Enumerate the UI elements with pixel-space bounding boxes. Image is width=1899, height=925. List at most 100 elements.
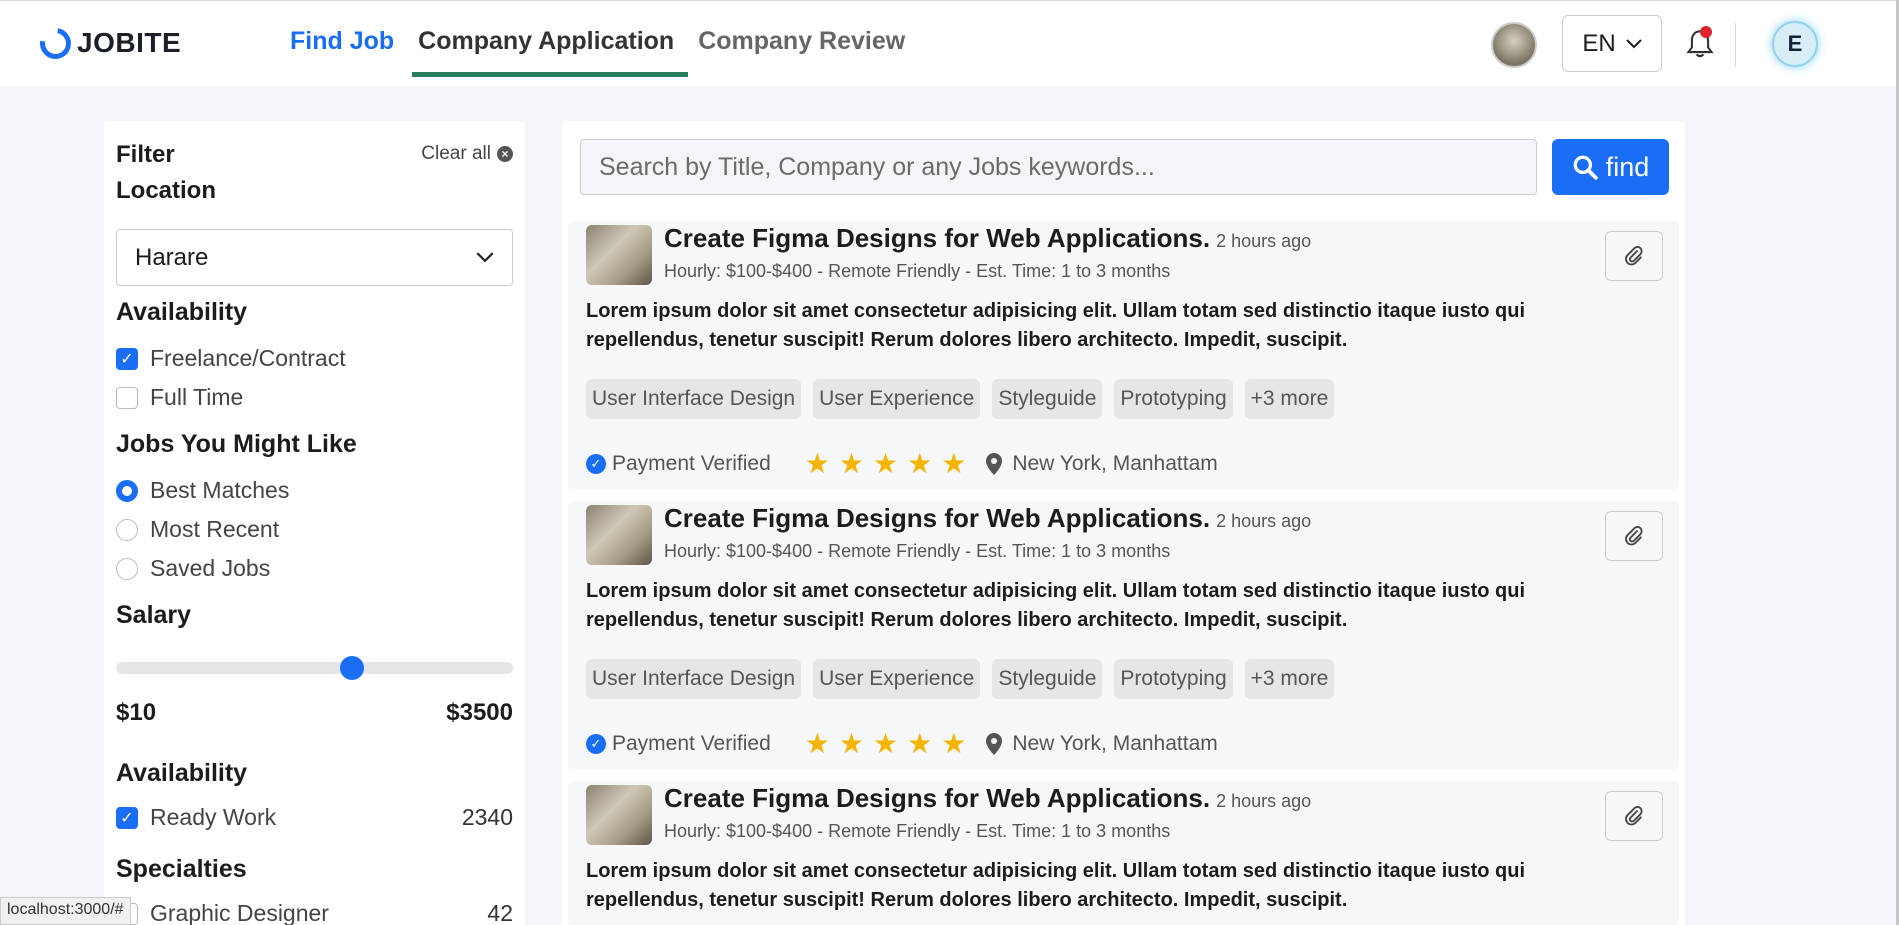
option-label: Ready Work [150, 804, 277, 830]
paperclip-icon [1625, 806, 1643, 826]
salary-slider[interactable] [116, 656, 513, 680]
radio[interactable] [116, 518, 138, 541]
payment-status: Payment Verified [612, 731, 771, 755]
more-tags[interactable]: +3 more [1244, 379, 1335, 419]
attach-button[interactable] [1605, 511, 1663, 561]
clear-all-button[interactable]: Clear all × [421, 143, 513, 165]
job-title-text: Create Figma Designs for Web Application… [664, 223, 1211, 253]
skill-tag[interactable]: Styleguide [992, 659, 1103, 699]
job-description: Lorem ipsum dolor sit amet consectetur a… [586, 580, 1526, 631]
star-icon: ★ [907, 448, 933, 479]
filter-panel: Filter Location Clear all × Harare Avail… [104, 121, 525, 925]
job-description: Lorem ipsum dolor sit amet consectetur a… [586, 860, 1526, 911]
job-card[interactable]: Create Figma Designs for Web Application… [568, 221, 1679, 489]
skill-tag[interactable]: User Experience [813, 659, 981, 699]
paperclip-icon [1625, 526, 1643, 546]
radio[interactable] [116, 557, 138, 580]
user-avatar[interactable]: E [1772, 21, 1818, 67]
job-title[interactable]: Create Figma Designs for Web Application… [664, 503, 1311, 534]
attach-button[interactable] [1605, 791, 1663, 841]
skill-tag[interactable]: Prototyping [1114, 659, 1233, 699]
location-pin-icon [986, 452, 1003, 475]
job-title-text: Create Figma Designs for Web Application… [664, 783, 1211, 813]
verified-check-icon: ✓ [586, 733, 606, 754]
nav-find-job[interactable]: Find Job [290, 27, 406, 73]
radio-label: Most Recent [150, 516, 280, 542]
job-footer: ✓ Payment Verified ★ ★ ★ ★ ★ New York, Manha… [586, 447, 1218, 480]
job-card[interactable]: Create Figma Designs for Web Application… [568, 501, 1679, 769]
star-icon: ★ [941, 448, 967, 479]
slider-thumb[interactable] [339, 656, 364, 680]
skill-tag[interactable]: User Interface Design [586, 659, 802, 699]
job-title[interactable]: Create Figma Designs for Web Application… [664, 783, 1311, 814]
skill-tags: User Interface Design User Experience St… [586, 659, 1335, 699]
close-circle-icon: × [497, 146, 513, 162]
job-footer: ✓ Payment Verified ★ ★ ★ ★ ★ New York, Manha… [586, 727, 1218, 760]
attach-button[interactable] [1605, 231, 1663, 281]
salary-heading: Salary [116, 601, 192, 629]
radio-best-matches[interactable]: Best Matches [116, 477, 289, 504]
logo[interactable]: JOBITE [33, 21, 182, 65]
rating-stars: ★ ★ ★ ★ ★ [805, 447, 967, 480]
find-button-label: find [1605, 151, 1650, 182]
company-thumbnail [586, 505, 652, 565]
company-thumbnail [586, 785, 652, 845]
language-value: EN [1582, 29, 1616, 57]
star-icon: ★ [838, 728, 864, 759]
header-divider [1735, 23, 1736, 67]
rating-stars: ★ ★ ★ ★ ★ [805, 727, 967, 760]
clear-all-label: Clear all [421, 143, 491, 164]
skill-tag[interactable]: User Interface Design [586, 379, 802, 419]
option-full-time[interactable]: Full Time [116, 384, 243, 411]
job-meta: Hourly: $100-$400 - Remote Friendly - Es… [664, 261, 1171, 281]
logo-ring-icon [33, 21, 78, 65]
radio-label: Best Matches [150, 477, 290, 503]
skill-tags: User Interface Design User Experience St… [586, 379, 1335, 419]
location-select[interactable]: Harare [116, 229, 513, 286]
radio-label: Saved Jobs [150, 555, 271, 581]
option-ready-work[interactable]: ✓ Ready Work [116, 804, 276, 831]
more-tags[interactable]: +3 more [1244, 659, 1335, 699]
option-graphic-designer[interactable]: Graphic Designer [116, 900, 329, 925]
job-location: New York, Manhattam [1012, 731, 1218, 755]
posted-time: 2 hours ago [1216, 791, 1312, 811]
chevron-down-icon [476, 252, 494, 263]
star-icon: ★ [872, 448, 899, 479]
payment-status: Payment Verified [612, 451, 771, 475]
search-input[interactable]: Search by Title, Company or any Jobs key… [580, 139, 1537, 195]
checkbox-checked[interactable]: ✓ [116, 347, 138, 370]
job-title[interactable]: Create Figma Designs for Web Application… [664, 223, 1311, 254]
ready-work-count: 2340 [461, 804, 513, 830]
nav-company-review[interactable]: Company Review [686, 27, 917, 73]
language-select[interactable]: EN [1562, 15, 1662, 72]
chevron-down-icon [1625, 38, 1642, 48]
option-freelance[interactable]: ✓ Freelance/Contract [116, 345, 346, 372]
checkbox-checked[interactable]: ✓ [116, 806, 138, 829]
nav-company-application[interactable]: Company Application [406, 27, 689, 77]
job-location: New York, Manhattam [1012, 451, 1218, 475]
radio-saved-jobs[interactable]: Saved Jobs [116, 555, 270, 582]
logo-text: JOBITE [77, 27, 182, 58]
salary-min: $10 [116, 699, 157, 726]
checkbox[interactable] [116, 386, 138, 409]
option-label: Freelance/Contract [150, 345, 346, 371]
job-description: Lorem ipsum dolor sit amet consectetur a… [586, 300, 1526, 351]
skill-tag[interactable]: Prototyping [1114, 379, 1233, 419]
posted-time: 2 hours ago [1216, 231, 1312, 251]
skill-tag[interactable]: User Experience [813, 379, 981, 419]
star-icon: ★ [838, 448, 864, 479]
radio-selected[interactable] [116, 479, 138, 502]
status-bar-url: localhost:3000/# [0, 897, 131, 925]
availability-heading: Availability [116, 298, 248, 326]
job-card[interactable]: Create Figma Designs for Web Application… [568, 781, 1679, 925]
job-title-text: Create Figma Designs for Web Application… [664, 503, 1211, 533]
skill-tag[interactable]: Styleguide [992, 379, 1103, 419]
company-avatar[interactable] [1491, 22, 1537, 68]
search-icon [1573, 155, 1598, 180]
radio-most-recent[interactable]: Most Recent [116, 516, 279, 543]
jobs-you-might-like-heading: Jobs You Might Like [116, 430, 357, 458]
salary-max: $3500 [446, 699, 513, 726]
find-button[interactable]: find [1552, 139, 1669, 195]
star-icon: ★ [804, 728, 830, 759]
company-thumbnail [586, 225, 652, 285]
